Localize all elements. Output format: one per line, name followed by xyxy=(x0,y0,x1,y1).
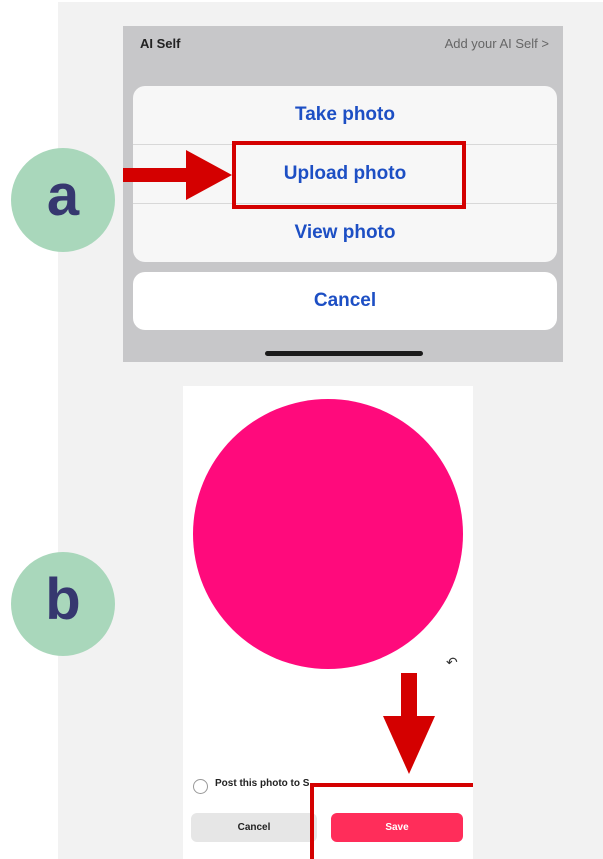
save-highlight-left xyxy=(310,783,314,859)
save-highlight-top xyxy=(310,783,473,787)
arrow-b-shaft xyxy=(401,673,417,718)
cancel-sheet-button[interactable]: Cancel xyxy=(133,272,557,330)
cancel-button[interactable]: Cancel xyxy=(191,813,317,842)
arrow-right-icon xyxy=(186,150,232,200)
arrow-a-shaft xyxy=(123,168,190,182)
step-label-a: a xyxy=(11,148,115,252)
post-photo-radio[interactable] xyxy=(193,779,208,794)
add-ai-self-link[interactable]: Add your AI Self > xyxy=(445,36,549,51)
undo-icon[interactable]: ↶ xyxy=(446,654,458,671)
save-button[interactable]: Save xyxy=(331,813,463,842)
home-indicator xyxy=(265,351,423,356)
post-photo-label: Post this photo to S xyxy=(215,778,310,789)
step-label-b: b xyxy=(11,552,115,656)
photo-preview xyxy=(193,399,463,669)
ai-self-title: AI Self xyxy=(140,36,181,51)
upload-photo-highlight xyxy=(232,141,466,209)
take-photo-option[interactable]: Take photo xyxy=(133,86,557,145)
view-photo-option[interactable]: View photo xyxy=(133,204,557,262)
arrow-down-icon xyxy=(383,716,435,774)
